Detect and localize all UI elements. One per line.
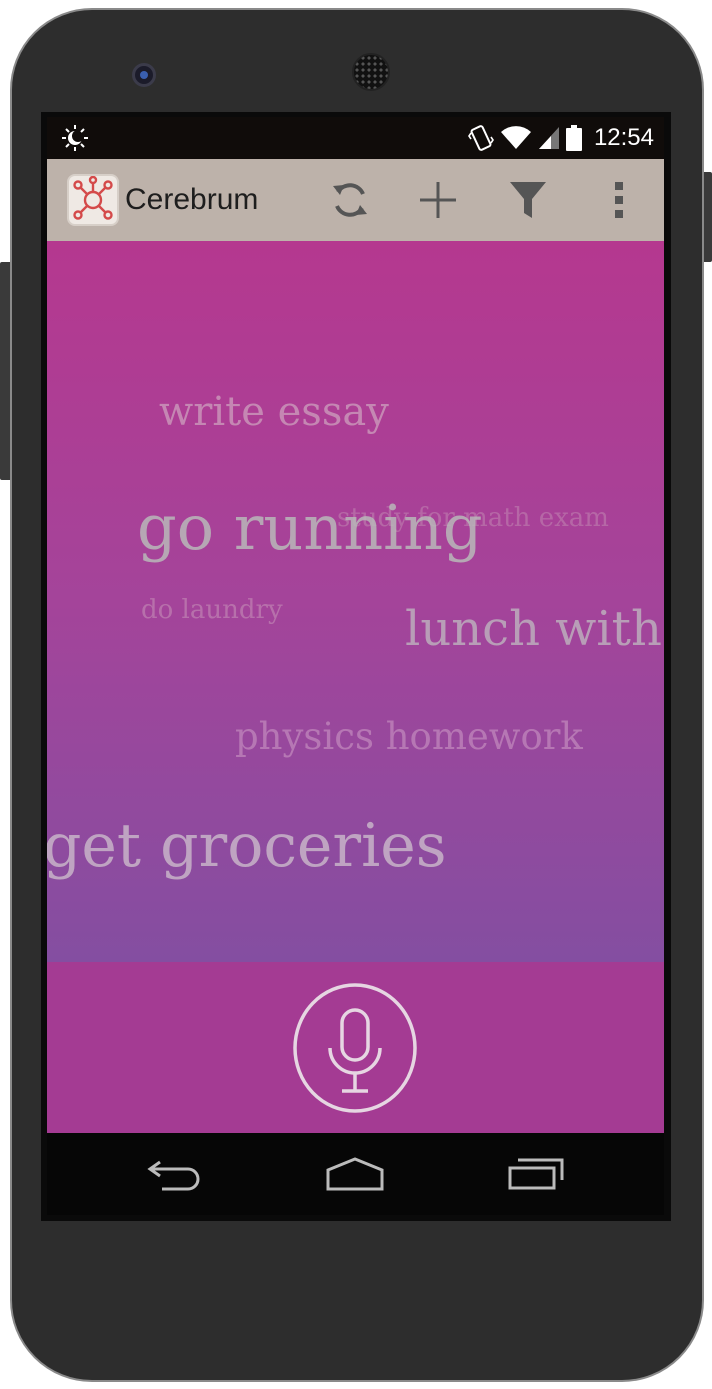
task-word[interactable]: lunch with <box>405 601 662 657</box>
task-cloud: write essay study for math exam go runni… <box>47 241 664 962</box>
microphone-button[interactable] <box>292 982 418 1114</box>
brightness-icon <box>62 125 88 151</box>
task-word[interactable]: get groceries <box>47 811 447 881</box>
wifi-icon <box>500 126 531 149</box>
add-button[interactable] <box>413 175 463 225</box>
front-camera <box>132 63 156 87</box>
task-word[interactable]: physics homework <box>235 715 583 758</box>
home-icon <box>326 1157 384 1191</box>
overflow-menu-button[interactable] <box>594 175 644 225</box>
action-bar: Cerebrum <box>47 159 664 241</box>
refresh-button[interactable] <box>325 175 375 225</box>
recent-apps-icon <box>508 1158 564 1190</box>
task-word[interactable]: write essay <box>159 389 389 435</box>
back-button[interactable] <box>135 1151 215 1197</box>
filter-icon <box>510 182 546 218</box>
cerebrum-logo-icon[interactable] <box>67 174 119 226</box>
task-word[interactable]: go running <box>137 491 483 564</box>
navigation-bar <box>47 1133 664 1215</box>
voice-input-bar <box>47 962 664 1133</box>
signal-icon <box>538 127 559 149</box>
earpiece-speaker <box>352 53 390 91</box>
add-icon <box>420 182 456 218</box>
microphone-icon <box>293 983 417 1113</box>
status-time: 12:54 <box>593 124 654 151</box>
status-bar: 12:54 <box>47 117 664 159</box>
battery-icon <box>565 125 582 151</box>
refresh-icon <box>333 183 367 217</box>
back-icon <box>147 1160 200 1191</box>
task-word[interactable]: do laundry <box>141 595 283 625</box>
home-button[interactable] <box>315 1151 395 1197</box>
filter-button[interactable] <box>503 175 553 225</box>
recent-apps-button[interactable] <box>495 1151 575 1197</box>
overflow-menu-icon <box>615 182 623 218</box>
vibrate-icon <box>467 125 494 151</box>
app-title: Cerebrum <box>125 183 259 216</box>
